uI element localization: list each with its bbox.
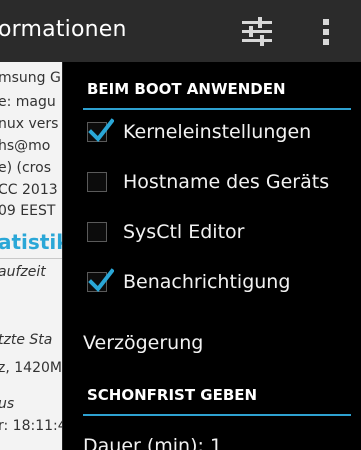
checkbox-unchecked[interactable]: [87, 222, 107, 242]
bg-line: msung G: [0, 70, 61, 86]
bg-last-state-label: tzte Sta: [0, 332, 53, 348]
menu-item-benachrichtigung[interactable]: Benachrichtigung: [87, 260, 357, 304]
app-title: ormationen: [0, 17, 127, 42]
overflow-menu-icon[interactable]: [318, 17, 334, 47]
checkbox-checked[interactable]: [87, 118, 114, 143]
checkbox-checked[interactable]: [87, 268, 114, 293]
checkbox-unchecked[interactable]: [87, 172, 107, 192]
bg-line: 09 EEST: [0, 203, 56, 219]
bg-line: e: magu: [0, 94, 56, 110]
check-icon: [88, 268, 114, 293]
menu-item-label: Hostname des Geräts: [123, 171, 330, 193]
menu-item-kerneleinstellungen[interactable]: Kerneleinstellungen: [87, 110, 357, 154]
bg-line: CC 2013: [0, 182, 58, 198]
check-icon: [88, 118, 114, 143]
bg-section-title: atistik: [0, 230, 70, 254]
grace-section-header: SCHONFRIST GEBEN: [87, 386, 258, 404]
bg-freq-value: z, 1420M: [0, 360, 62, 376]
bg-status-label: us: [0, 396, 15, 412]
menu-item-label: SysCtl Editor: [123, 221, 245, 243]
bg-time-value: r: 18:11:4: [0, 418, 67, 434]
bg-uptime-label: aufzeit: [0, 264, 46, 280]
bg-line: e) (cros: [0, 160, 51, 176]
sliders-icon[interactable]: [240, 17, 274, 47]
bg-line: hs@mo: [0, 138, 51, 154]
bg-line: nux vers: [0, 116, 59, 132]
menu-item-hostname[interactable]: Hostname des Geräts: [87, 160, 357, 204]
grace-section-divider: [83, 414, 351, 416]
menu-item-label: Benachrichtigung: [123, 271, 291, 293]
menu-item-label: Kerneleinstellungen: [123, 121, 312, 143]
dropdown-menu: BEIM BOOT ANWENDEN Kerneleinstellungen H…: [62, 62, 361, 450]
boot-section-header: BEIM BOOT ANWENDEN: [87, 80, 286, 98]
menu-item-duration[interactable]: Dauer (min): 1: [83, 435, 222, 450]
menu-item-verzoegerung[interactable]: Verzögerung: [83, 332, 203, 354]
action-bar: ormationen: [0, 0, 361, 62]
menu-item-sysctl-editor[interactable]: SysCtl Editor: [87, 210, 357, 254]
